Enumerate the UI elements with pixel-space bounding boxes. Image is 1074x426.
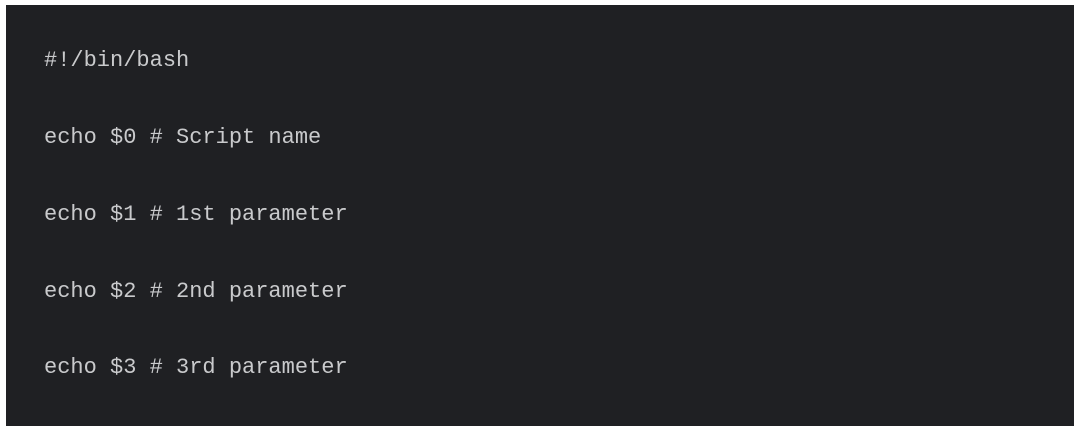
code-line-echo-1: echo $1 # 1st parameter: [44, 202, 348, 227]
code-block: #!/bin/bash echo $0 # Script name echo $…: [6, 5, 1074, 426]
code-line-shebang: #!/bin/bash: [44, 48, 190, 73]
code-line-echo-3: echo $3 # 3rd parameter: [44, 355, 348, 380]
code-lines: #!/bin/bash echo $0 # Script name echo $…: [44, 5, 1074, 426]
code-line-echo-2: echo $2 # 2nd parameter: [44, 279, 348, 304]
code-line-echo-0: echo $0 # Script name: [44, 125, 322, 150]
